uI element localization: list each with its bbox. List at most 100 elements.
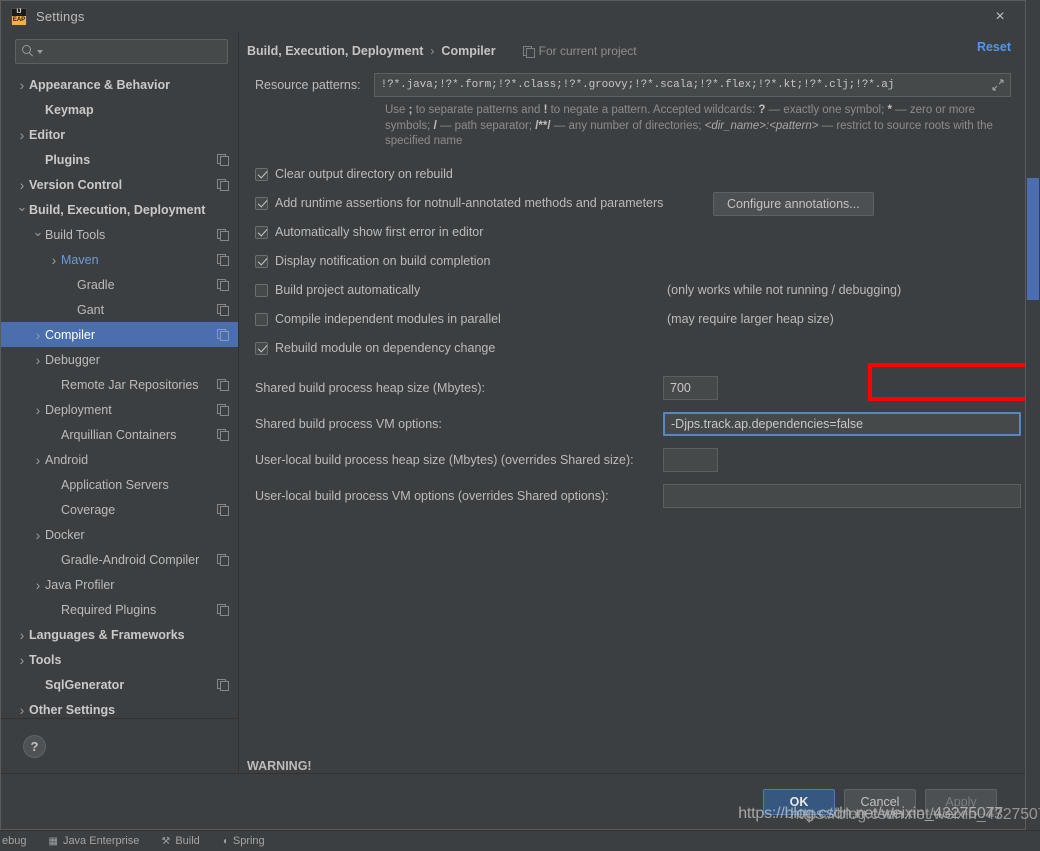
- sidebar-item-required-plugins[interactable]: Required Plugins: [1, 597, 238, 622]
- status-bar-item[interactable]: ⚒ Build: [161, 835, 199, 847]
- sidebar-item-label: Languages & Frameworks: [29, 627, 185, 642]
- chevron-right-icon[interactable]: [31, 578, 45, 592]
- sidebar-item-label: SqlGenerator: [45, 677, 125, 692]
- chevron-right-icon[interactable]: [15, 178, 29, 192]
- sidebar-item-build-tools[interactable]: Build Tools: [1, 222, 238, 247]
- chevron-down-icon[interactable]: [15, 203, 29, 216]
- sidebar-item-coverage[interactable]: Coverage: [1, 497, 238, 522]
- project-scope-icon: [217, 429, 229, 441]
- sidebar-item-arquillian-containers[interactable]: Arquillian Containers: [1, 422, 238, 447]
- resource-patterns-row: Resource patterns:: [247, 73, 1011, 97]
- status-bar-item[interactable]: ▦ Java Enterprise: [48, 835, 139, 847]
- checkbox-label[interactable]: Add runtime assertions for notnull-annot…: [275, 196, 663, 210]
- expand-icon[interactable]: [986, 74, 1010, 96]
- configure-annotations-button[interactable]: Configure annotations...: [713, 191, 874, 216]
- sidebar-item-other-settings[interactable]: Other Settings: [1, 697, 238, 718]
- status-bar-label: ebug: [2, 835, 27, 847]
- chevron-right-icon[interactable]: [31, 353, 45, 367]
- checkbox-clear-output-directory-on-rebuild[interactable]: [255, 167, 268, 181]
- sidebar-item-build-execution-deployment[interactable]: Build, Execution, Deployment: [1, 197, 238, 222]
- sidebar-item-android[interactable]: Android: [1, 447, 238, 472]
- sidebar-item-gradle[interactable]: Gradle: [1, 272, 238, 297]
- sidebar-item-label: Android: [45, 452, 89, 467]
- editor-scrollbar-thumb[interactable]: [1027, 178, 1039, 300]
- sidebar-item-application-servers[interactable]: Application Servers: [1, 472, 238, 497]
- close-icon[interactable]: ×: [989, 6, 1011, 28]
- chevron-right-icon[interactable]: [31, 453, 45, 467]
- chevron-down-icon[interactable]: [31, 228, 45, 241]
- search-input[interactable]: [47, 43, 221, 60]
- settings-dialog: IJ EAP Settings × Appearance & Behavior K…: [0, 0, 1040, 830]
- resource-patterns-field[interactable]: [373, 73, 1011, 97]
- input-user-local-build-process-heap-size-mbytes-ov[interactable]: [663, 447, 718, 472]
- sidebar-item-appearance-behavior[interactable]: Appearance & Behavior: [1, 72, 238, 97]
- intellij-eap-logo-icon: IJ EAP: [11, 8, 27, 25]
- sidebar-item-label: Deployment: [45, 402, 112, 417]
- search-box[interactable]: [15, 39, 228, 64]
- sidebar-item-version-control[interactable]: Version Control: [1, 172, 238, 197]
- chevron-right-icon[interactable]: [15, 628, 29, 642]
- checkbox-rebuild-module-on-dependency-change[interactable]: [255, 341, 268, 355]
- chevron-right-icon[interactable]: [15, 703, 29, 717]
- sidebar-item-plugins[interactable]: Plugins: [1, 147, 238, 172]
- chevron-down-icon[interactable]: [37, 49, 43, 54]
- apply-button[interactable]: Apply: [925, 788, 997, 815]
- sidebar-item-remote-jar-repositories[interactable]: Remote Jar Repositories: [1, 372, 238, 397]
- sidebar-item-languages-frameworks[interactable]: Languages & Frameworks: [1, 622, 238, 647]
- sidebar-item-gradle-android-compiler[interactable]: Gradle-Android Compiler: [1, 547, 238, 572]
- resource-patterns-input[interactable]: [374, 79, 986, 91]
- checkbox-automatically-show-first-error-in-editor[interactable]: [255, 225, 268, 239]
- sidebar-item-label: Keymap: [45, 102, 94, 117]
- reset-link[interactable]: Reset: [977, 40, 1011, 54]
- sidebar-item-maven[interactable]: Maven: [1, 247, 238, 272]
- hint-b6: /**/: [535, 119, 551, 132]
- chevron-right-icon[interactable]: [31, 403, 45, 417]
- checkbox-label[interactable]: Build project automatically: [275, 283, 420, 297]
- sidebar-item-label: Arquillian Containers: [61, 427, 177, 442]
- input-user-local-build-process-vm-options-override[interactable]: [663, 483, 1021, 508]
- cancel-button[interactable]: Cancel: [844, 788, 916, 815]
- checkbox-label[interactable]: Rebuild module on dependency change: [275, 341, 495, 355]
- checkbox-build-project-automatically[interactable]: [255, 283, 268, 297]
- project-scope-icon: [217, 329, 229, 341]
- status-bar-item[interactable]: ◖ Spring: [222, 835, 265, 847]
- sidebar-item-sqlgenerator[interactable]: SqlGenerator: [1, 672, 238, 697]
- input-shared-build-process-heap-size-mbytes[interactable]: [663, 375, 718, 400]
- chevron-right-icon[interactable]: [31, 528, 45, 542]
- sidebar-item-gant[interactable]: Gant: [1, 297, 238, 322]
- checkbox-row: Display notification on build completion: [255, 249, 1011, 274]
- sidebar-item-compiler[interactable]: Compiler: [1, 322, 238, 347]
- chevron-right-icon[interactable]: [15, 78, 29, 92]
- chevron-right-icon[interactable]: [15, 128, 29, 142]
- status-bar-item[interactable]: ebug: [2, 835, 26, 847]
- sidebar-item-java-profiler[interactable]: Java Profiler: [1, 572, 238, 597]
- sidebar-item-label: Tools: [29, 652, 62, 667]
- checkbox-label[interactable]: Compile independent modules in parallel: [275, 312, 501, 326]
- chevron-right-icon[interactable]: [47, 253, 61, 267]
- sidebar-item-label: Build, Execution, Deployment: [29, 202, 206, 217]
- chevron-right-icon[interactable]: [31, 328, 45, 342]
- sidebar-item-keymap[interactable]: Keymap: [1, 97, 238, 122]
- settings-tree[interactable]: Appearance & Behavior Keymap Editor Plugins…: [1, 70, 238, 718]
- sidebar-item-docker[interactable]: Docker: [1, 522, 238, 547]
- chevron-right-icon[interactable]: [15, 653, 29, 667]
- checkbox-label[interactable]: Display notification on build completion: [275, 254, 490, 268]
- hint-p2: to separate patterns and: [412, 104, 544, 116]
- breadcrumb-root[interactable]: Build, Execution, Deployment: [247, 44, 423, 58]
- sidebar-item-deployment[interactable]: Deployment: [1, 397, 238, 422]
- sidebar-item-tools[interactable]: Tools: [1, 647, 238, 672]
- ok-button[interactable]: OK: [763, 788, 835, 815]
- input-shared-build-process-vm-options[interactable]: [663, 411, 1021, 436]
- help-button[interactable]: ?: [23, 734, 46, 758]
- hint-p1: Use: [385, 104, 409, 116]
- sidebar-item-label: Remote Jar Repositories: [61, 377, 199, 392]
- checkbox-row: Add runtime assertions for notnull-annot…: [255, 191, 1011, 216]
- checkbox-display-notification-on-build-completion[interactable]: [255, 254, 268, 268]
- checkbox-compile-independent-modules-in-parallel[interactable]: [255, 312, 268, 326]
- dialog-footer: OK Cancel Apply https://blog.csdn.net/we…: [1, 773, 1040, 829]
- checkbox-label[interactable]: Clear output directory on rebuild: [275, 167, 453, 181]
- sidebar-item-debugger[interactable]: Debugger: [1, 347, 238, 372]
- checkbox-label[interactable]: Automatically show first error in editor: [275, 225, 483, 239]
- checkbox-add-runtime-assertions-for-notnull-annotated-methods-and-parameters[interactable]: [255, 196, 268, 210]
- sidebar-item-editor[interactable]: Editor: [1, 122, 238, 147]
